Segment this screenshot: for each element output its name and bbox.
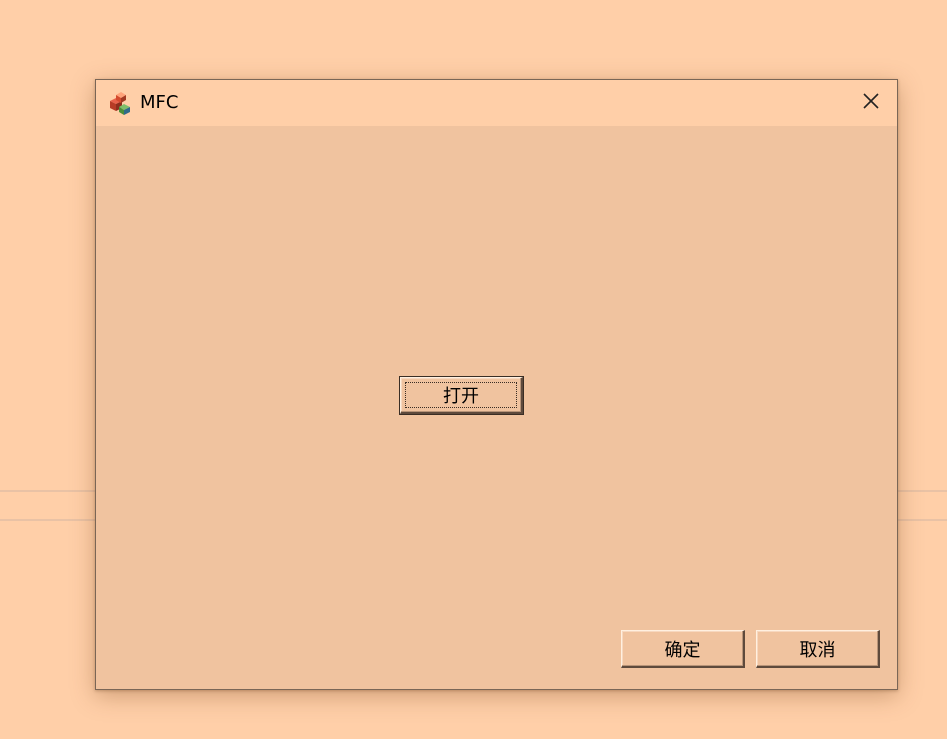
open-button-label: 打开 <box>443 386 479 407</box>
mfc-app-icon <box>107 90 133 116</box>
ok-button-label: 确定 <box>664 639 701 661</box>
dialog-client-area: 打开 确定 取消 <box>96 126 897 689</box>
close-button[interactable] <box>845 80 897 126</box>
ok-button[interactable]: 确定 <box>621 630 745 668</box>
cancel-button-label: 取消 <box>799 639 836 661</box>
title-bar[interactable]: MFC <box>96 80 897 126</box>
open-button[interactable]: 打开 <box>399 376 524 415</box>
close-icon <box>862 92 880 114</box>
window-title: MFC <box>140 92 179 113</box>
cancel-button[interactable]: 取消 <box>756 630 880 668</box>
mfc-dialog-window: MFC 打开 确定 取消 <box>95 79 898 690</box>
